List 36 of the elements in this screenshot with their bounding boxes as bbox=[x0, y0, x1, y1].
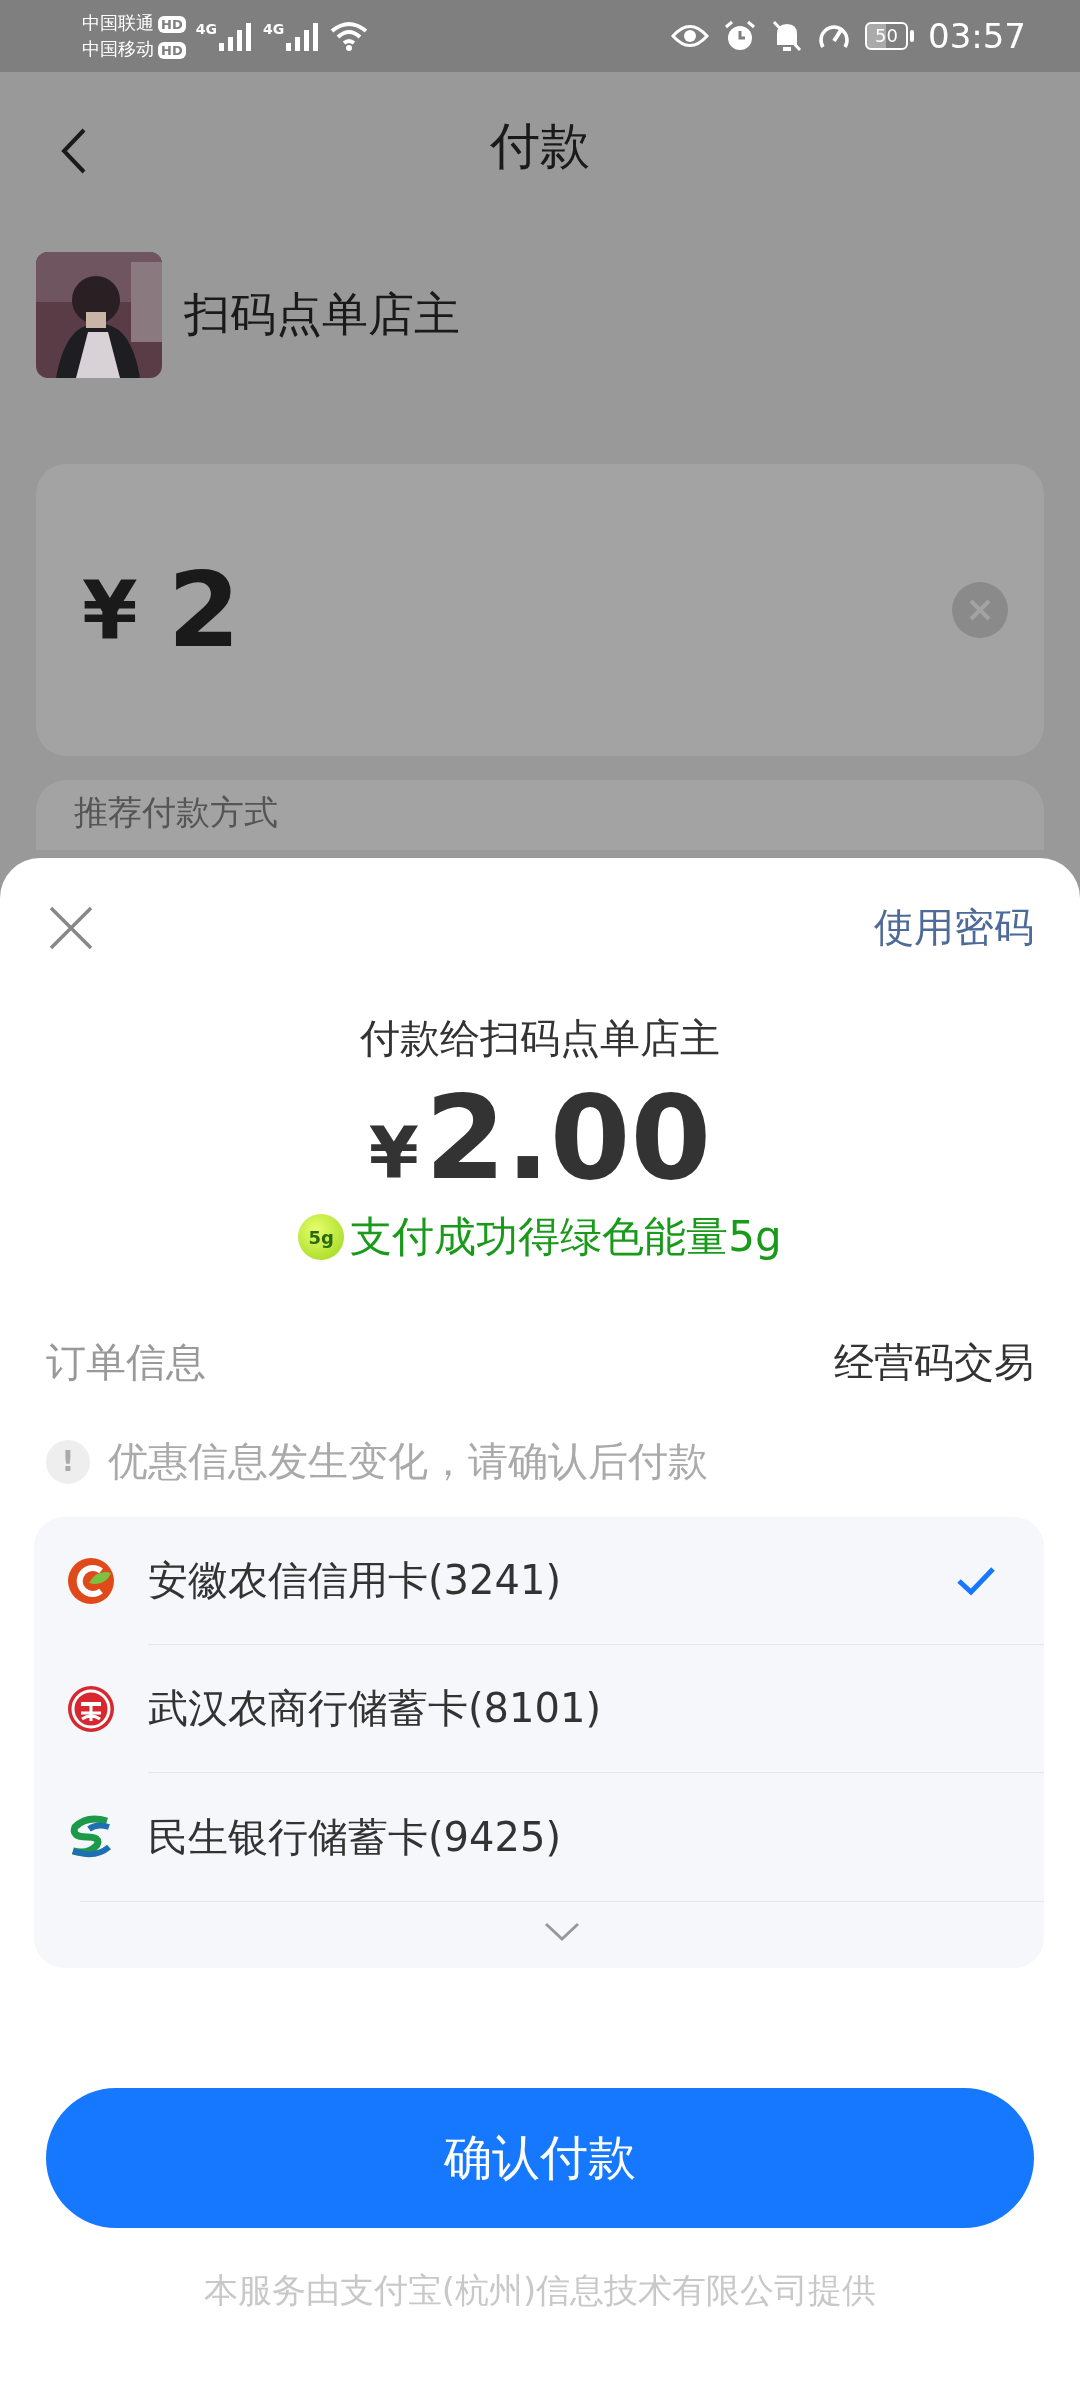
network-label: 4G bbox=[195, 21, 217, 37]
merchant-name: 扫码点单店主 bbox=[184, 286, 460, 343]
chevron-down-icon[interactable] bbox=[544, 1922, 580, 1942]
carrier-name: 中国联通 bbox=[82, 12, 154, 33]
confirm-button[interactable]: 确认付款 bbox=[46, 2088, 1034, 2228]
energy-ball-icon: 5g bbox=[298, 1214, 345, 1260]
hd-badge: HD bbox=[158, 16, 186, 33]
close-icon[interactable] bbox=[48, 904, 94, 951]
bank-logo-icon bbox=[67, 1557, 115, 1605]
battery-level: 50 bbox=[865, 22, 908, 50]
reward-text: 支付成功得绿色能量5g bbox=[350, 1211, 782, 1263]
clock-time: 03:57 bbox=[928, 16, 1026, 56]
notice-text: 优惠信息发生变化，请确认后付款 bbox=[108, 1437, 708, 1486]
bank-logo-icon bbox=[67, 1685, 115, 1733]
signal-icon bbox=[286, 21, 321, 51]
payment-amount: 2.00 bbox=[424, 1070, 712, 1205]
alarm-icon bbox=[723, 19, 758, 53]
payment-card-option[interactable]: 民生银行储蓄卡(9425) bbox=[148, 1809, 561, 1865]
use-password-link[interactable]: 使用密码 bbox=[874, 900, 1034, 955]
signal-icon bbox=[218, 21, 253, 51]
wifi-icon bbox=[330, 21, 369, 51]
muted-bell-icon bbox=[771, 19, 804, 53]
page-title: 付款 bbox=[490, 115, 590, 177]
amount-field[interactable]: ¥ 2 bbox=[36, 464, 1044, 756]
payment-card-option[interactable]: 武汉农商行储蓄卡(8101) bbox=[148, 1681, 601, 1736]
payment-card-option[interactable]: 安徽农信信用卡(3241) bbox=[148, 1553, 561, 1608]
section-title: 推荐付款方式 bbox=[74, 792, 278, 832]
currency-symbol: ¥ bbox=[368, 1111, 419, 1195]
order-info-value: 经营码交易 bbox=[834, 1338, 1034, 1387]
network-label: 4G bbox=[262, 21, 285, 37]
eye-icon bbox=[671, 23, 710, 49]
notice-icon: ! bbox=[46, 1439, 90, 1484]
carrier-name: 中国移动 bbox=[82, 38, 154, 59]
order-info-label: 订单信息 bbox=[46, 1338, 206, 1387]
payee-text: 付款给扫码点单店主 bbox=[359, 1014, 721, 1063]
hd-badge: HD bbox=[158, 42, 186, 59]
